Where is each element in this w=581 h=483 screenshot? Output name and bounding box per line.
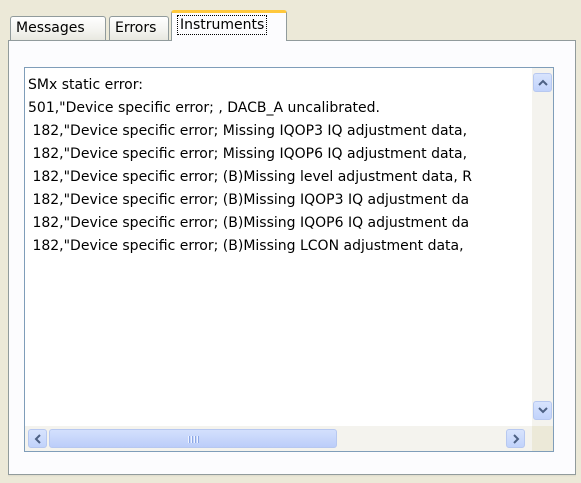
horizontal-scroll-thumb[interactable] <box>49 429 337 448</box>
up-arrow-icon <box>538 79 548 86</box>
scroll-left-button[interactable] <box>28 429 47 448</box>
horizontal-scrollbar[interactable] <box>25 426 533 451</box>
instrument-errors-textbox[interactable]: SMx static error: 501,"Device specific e… <box>24 67 554 452</box>
text-line: SMx static error: <box>28 77 143 93</box>
window-root: Messages Errors Instruments SMx static e… <box>0 0 581 483</box>
scroll-up-button[interactable] <box>533 73 552 92</box>
text-line: 182,"Device specific error; (B)Missing L… <box>28 238 464 254</box>
text-line: 182,"Device specific error; Missing IQOP… <box>28 123 468 139</box>
left-arrow-icon <box>34 434 41 444</box>
scroll-down-button[interactable] <box>533 401 552 420</box>
text-line: 182,"Device specific error; (B)Missing I… <box>28 215 470 231</box>
scroll-right-button[interactable] <box>506 429 525 448</box>
textbox-content: SMx static error: 501,"Device specific e… <box>28 74 528 424</box>
tab-errors[interactable]: Errors <box>109 16 169 40</box>
right-arrow-icon <box>513 434 520 444</box>
tab-messages[interactable]: Messages <box>10 16 106 40</box>
tab-instruments[interactable]: Instruments <box>171 10 287 41</box>
grip-icon <box>188 436 200 443</box>
tab-errors-label: Errors <box>115 20 157 36</box>
text-line: 182,"Device specific error; (B)Missing I… <box>28 192 470 208</box>
text-line: 182,"Device specific error; (B)Missing l… <box>28 169 472 185</box>
text-line: 182,"Device specific error; Missing IQOP… <box>28 146 468 162</box>
vertical-scrollbar[interactable] <box>532 68 553 427</box>
down-arrow-icon <box>538 407 548 414</box>
text-line: 501,"Device specific error; , DACB_A unc… <box>28 100 380 116</box>
scrollbar-corner <box>532 426 553 451</box>
tab-instruments-label: Instruments <box>177 15 268 35</box>
tab-messages-label: Messages <box>16 20 85 36</box>
